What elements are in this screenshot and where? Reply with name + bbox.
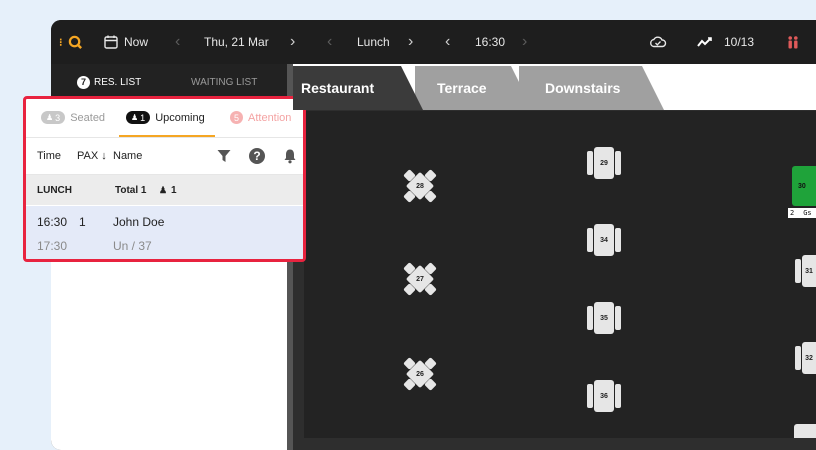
now-label: Now [124, 35, 149, 49]
table-partial[interactable] [794, 424, 816, 438]
tab-terrace-label: Terrace [437, 80, 487, 96]
table-28[interactable]: 28 [403, 169, 437, 203]
guest-icon: ♟ [131, 113, 139, 122]
seated-badge: ♟ 3 [41, 111, 66, 124]
area-tabs: Restaurant Terrace Downstairs [293, 64, 816, 110]
logo-q-icon [68, 35, 82, 49]
reservation-table: Un / 37 [113, 239, 152, 253]
table-number: 30 [798, 182, 806, 190]
table-26[interactable]: 26 [403, 357, 437, 391]
tab-terrace[interactable]: Terrace [415, 66, 533, 110]
seated-count: 3 [55, 112, 61, 123]
column-time[interactable]: Time [37, 150, 61, 162]
service-group-row: LUNCH Total 1 ♟ 1 [26, 175, 303, 205]
app-logo[interactable] [68, 20, 83, 64]
filter-icon[interactable] [216, 148, 232, 164]
table-number: 28 [416, 182, 424, 190]
upcoming-badge: ♟ 1 [126, 111, 151, 124]
tab-downstairs-label: Downstairs [545, 80, 621, 96]
calendar-icon [104, 35, 118, 49]
tab-upcoming[interactable]: ♟ 1 Upcoming [119, 99, 215, 137]
table-number: 36 [600, 392, 608, 400]
tab-downstairs[interactable]: Downstairs [519, 66, 664, 110]
table-32[interactable]: 32 [795, 342, 816, 374]
table-35[interactable]: 35 [587, 302, 621, 334]
reservation-pax: 1 [79, 215, 86, 229]
tab-res-list[interactable]: 7 RES. LIST [77, 64, 141, 100]
table-number: 27 [416, 275, 424, 283]
table-36[interactable]: 36 [587, 380, 621, 412]
date-label[interactable]: Thu, 21 Mar [204, 20, 269, 64]
next-date-button[interactable]: › [290, 20, 295, 64]
table-number: 29 [600, 159, 608, 167]
top-bar: ⁝ Now ‹ Thu, 21 Mar › ‹ Lunch › ‹ 16:30 … [51, 20, 816, 64]
table-number: 34 [600, 236, 608, 244]
group-total: Total 1 [115, 184, 147, 196]
reservation-row[interactable]: 16:30 1 John Doe 17:30 Un / 37 [26, 206, 303, 259]
upcoming-reservations-callout: ♟ 3 Seated ♟ 1 Upcoming 5 Attention Time… [23, 96, 306, 262]
attention-label: Attention [248, 111, 292, 124]
column-header: Time PAX ↓ Name ? [26, 138, 303, 175]
occupancy-count: 10/13 [724, 35, 755, 49]
prev-time-button[interactable]: ‹ [445, 20, 450, 64]
table-number: 35 [600, 314, 608, 322]
res-list-label: RES. LIST [94, 76, 142, 88]
tab-seated[interactable]: ♟ 3 Seated [41, 111, 105, 124]
column-pax[interactable]: PAX ↓ [77, 150, 107, 162]
floor-canvas [304, 111, 816, 438]
column-name[interactable]: Name [113, 150, 142, 162]
table-31[interactable]: 31 [795, 255, 816, 287]
table-number: 26 [416, 370, 424, 378]
upcoming-label: Upcoming [155, 111, 205, 124]
guest-name: John Doe [113, 215, 165, 229]
table-30-pax: 2 [790, 209, 795, 217]
occupancy-indicator[interactable]: 10/13 [697, 20, 754, 64]
tab-restaurant[interactable]: Restaurant [293, 66, 423, 110]
table-30-guest: Gs [803, 209, 812, 217]
cloud-sync-icon[interactable] [649, 20, 667, 64]
list-tabs: 7 RES. LIST WAITING LIST [51, 64, 287, 100]
table-30-guest-tag: 2 Gs [788, 208, 816, 218]
tab-attention[interactable]: 5 Attention [230, 111, 291, 124]
column-pax-label: PAX [77, 150, 99, 162]
walk-in-icon[interactable] [787, 20, 799, 64]
guest-icon: ♟ [159, 184, 168, 195]
next-service-button[interactable]: › [408, 20, 413, 64]
sort-arrow-icon: ↓ [101, 150, 107, 162]
prev-date-button[interactable]: ‹ [175, 20, 180, 64]
waiting-list-label: WAITING LIST [191, 76, 258, 88]
reservation-time: 16:30 [37, 215, 68, 229]
tab-waiting-list[interactable]: WAITING LIST [191, 64, 257, 100]
bell-icon[interactable] [282, 148, 298, 164]
menu-dots-icon[interactable]: ⁝ [59, 20, 63, 64]
tab-restaurant-label: Restaurant [301, 80, 375, 96]
table-29[interactable]: 29 [587, 147, 621, 179]
next-time-button[interactable]: › [522, 20, 527, 64]
help-icon[interactable]: ? [248, 147, 266, 165]
group-name: LUNCH [37, 184, 72, 196]
attention-count: 5 [230, 111, 243, 124]
table-34[interactable]: 34 [587, 224, 621, 256]
res-list-count: 7 [77, 75, 90, 89]
reservation-end-time: 17:30 [37, 239, 68, 253]
group-guests: 1 [171, 184, 177, 196]
svg-text:?: ? [253, 149, 260, 163]
guest-icon: ♟ [46, 113, 54, 122]
table-30[interactable]: 30 [792, 166, 816, 206]
time-label[interactable]: 16:30 [475, 20, 505, 64]
table-number: 31 [805, 267, 813, 275]
seated-label: Seated [70, 111, 106, 124]
service-label[interactable]: Lunch [357, 20, 390, 64]
status-tabs: ♟ 3 Seated ♟ 1 Upcoming 5 Attention [26, 99, 303, 138]
table-number: 32 [805, 354, 813, 362]
date-now-button[interactable]: Now [103, 20, 148, 64]
prev-service-button[interactable]: ‹ [327, 20, 332, 64]
trend-icon [697, 37, 712, 47]
upcoming-count: 1 [140, 112, 146, 123]
table-27[interactable]: 27 [403, 262, 437, 296]
